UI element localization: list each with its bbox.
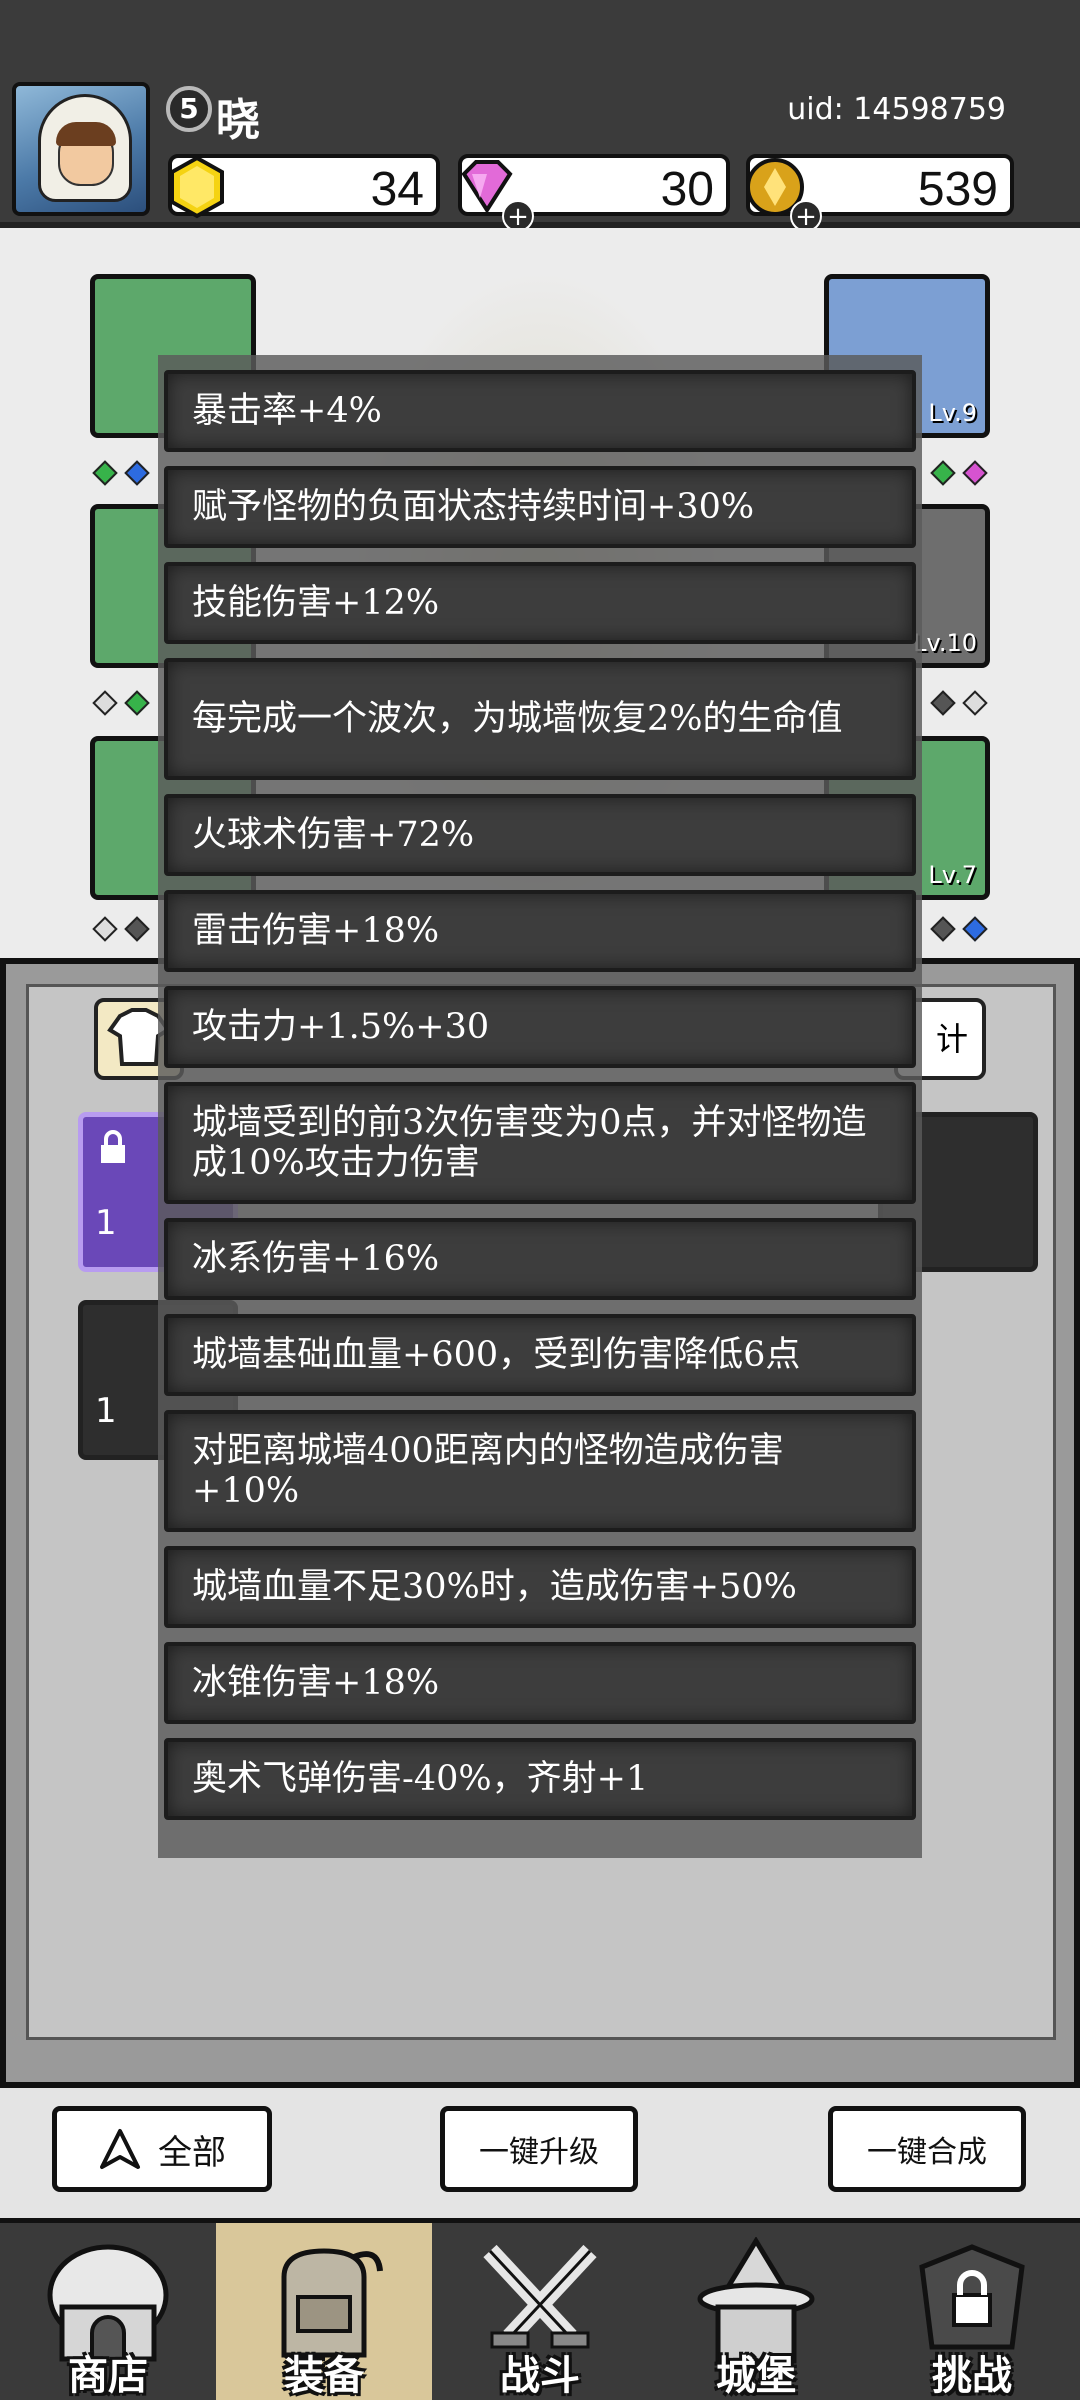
nav-challenge[interactable]: 挑战 <box>864 2223 1080 2400</box>
gem-socket-icon <box>92 460 118 486</box>
stat-row: 冰系伤害+16% <box>164 1218 916 1300</box>
stat-row: 城墙受到的前3次伤害变为0点，并对怪物造成10%攻击力伤害 <box>164 1082 916 1204</box>
nav-label: 挑战 <box>932 2353 1012 2399</box>
nav-label: 装备 <box>284 2353 364 2399</box>
filter-all-button[interactable]: 全部 <box>52 2106 272 2192</box>
gem-socket-icon <box>930 690 956 716</box>
stat-row: 技能伤害+12% <box>164 562 916 644</box>
merge-all-button[interactable]: 一键合成 <box>828 2106 1026 2192</box>
coin-value: 539 <box>917 163 998 216</box>
stat-row: 攻击力+1.5%+30 <box>164 986 916 1068</box>
stat-row: 赋予怪物的负面状态持续时间+30% <box>164 466 916 548</box>
item-count: 1 <box>95 1203 117 1243</box>
diamond-counter[interactable]: + 30 <box>458 154 730 232</box>
gold-gem-icon <box>170 155 224 219</box>
gem-socket-icon <box>930 916 956 942</box>
gold-gem-counter: 34 <box>168 154 440 219</box>
triangle-filter-icon <box>100 2129 140 2169</box>
diamond-value: 30 <box>660 163 714 216</box>
nav-label: 战斗 <box>500 2353 580 2399</box>
stats-popup: 暴击率+4% 赋予怪物的负面状态持续时间+30% 技能伤害+12% 每完成一个波… <box>158 355 922 1858</box>
item-count: 1 <box>95 1391 117 1431</box>
player-avatar[interactable] <box>12 82 150 216</box>
nav-battle[interactable]: 战斗 <box>432 2223 648 2400</box>
equip-level: Lv.10 <box>913 629 977 657</box>
stat-row: 冰锥伤害+18% <box>164 1642 916 1724</box>
upgrade-all-button[interactable]: 一键升级 <box>440 2106 638 2192</box>
nav-castle[interactable]: 城堡 <box>648 2223 864 2400</box>
nav-label: 商店 <box>68 2353 148 2399</box>
gem-socket-icon <box>930 460 956 486</box>
bottom-nav: 商店 装备 战斗 城堡 挑战 <box>0 2218 1080 2400</box>
nav-equipment[interactable]: 装备 <box>216 2223 432 2400</box>
gem-socket-icon <box>962 690 988 716</box>
filter-all-label: 全部 <box>158 2132 226 2173</box>
stat-row: 雷击伤害+18% <box>164 890 916 972</box>
gem-socket-icon <box>962 916 988 942</box>
gem-socket-icon <box>124 460 150 486</box>
gold-gem-value: 34 <box>370 163 424 216</box>
player-name: 晓 <box>216 95 260 146</box>
gem-socket-icon <box>92 690 118 716</box>
top-bar: 5 晓 uid: 14598759 34 + 30 + 539 <box>0 0 1080 232</box>
lock-icon <box>101 1130 125 1163</box>
stat-row: 城墙血量不足30%时，造成伤害+50% <box>164 1546 916 1628</box>
coin-counter[interactable]: + 539 <box>746 154 1014 232</box>
stat-row: 奥术飞弹伤害-40%，齐射+1 <box>164 1738 916 1820</box>
nav-label: 城堡 <box>716 2353 796 2399</box>
gem-socket-icon <box>124 690 150 716</box>
player-uid: uid: 14598759 <box>787 92 1006 127</box>
gem-socket-icon <box>962 460 988 486</box>
gem-socket-icon <box>124 916 150 942</box>
stat-row: 火球术伤害+72% <box>164 794 916 876</box>
stat-row: 城墙基础血量+600，受到伤害降低6点 <box>164 1314 916 1396</box>
stat-row: 暴击率+4% <box>164 370 916 452</box>
player-level-badge: 5 <box>166 86 212 132</box>
equip-level: Lv.7 <box>928 861 977 889</box>
stat-row: 对距离城墙400距离内的怪物造成伤害+10% <box>164 1410 916 1532</box>
nav-shop[interactable]: 商店 <box>0 2223 216 2400</box>
gem-socket-icon <box>92 916 118 942</box>
stat-row: 每完成一个波次，为城墙恢复2%的生命值 <box>164 658 916 780</box>
equip-level: Lv.9 <box>928 399 977 427</box>
